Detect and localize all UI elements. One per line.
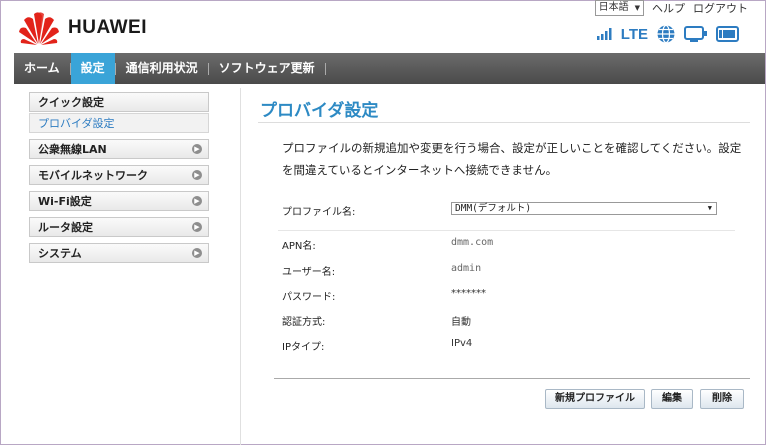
sidebar-item-label: Wi-Fi設定 bbox=[38, 195, 92, 208]
top-utility-bar: 日本語 ▼ ヘルプ ログアウト bbox=[594, 0, 748, 16]
nav-settings[interactable]: 設定 bbox=[70, 53, 115, 84]
title-divider bbox=[258, 122, 750, 123]
auth-method-value: 自動 bbox=[451, 317, 471, 328]
nav-divider bbox=[324, 62, 326, 75]
chevron-right-icon: ▶ bbox=[192, 196, 202, 206]
language-value: 日本語 bbox=[598, 2, 629, 13]
nav-usage[interactable]: 通信利用状況 bbox=[116, 53, 208, 84]
username-value: admin bbox=[451, 263, 482, 274]
chevron-right-icon: ▶ bbox=[192, 248, 202, 258]
password-value: ******* bbox=[451, 288, 486, 299]
huawei-flower-icon bbox=[19, 12, 59, 45]
apn-value: dmm.com bbox=[451, 237, 494, 248]
chevron-right-icon: ▶ bbox=[192, 222, 202, 232]
apn-label: APN名: bbox=[282, 241, 316, 252]
page-description: プロファイルの新規追加や変更を行う場合、設定が正しいことを確認してください。設定… bbox=[282, 141, 742, 177]
profile-select-value: DMM(デフォルト) bbox=[455, 203, 532, 214]
dropdown-arrow-icon: ▼ bbox=[634, 4, 640, 12]
sidebar-item-label: プロバイダ設定 bbox=[38, 117, 115, 130]
action-divider bbox=[274, 378, 750, 379]
logout-link[interactable]: ログアウト bbox=[693, 0, 748, 16]
page-title: プロバイダ設定 bbox=[260, 101, 379, 121]
help-link[interactable]: ヘルプ bbox=[652, 0, 685, 16]
main-nav: ホーム 設定 通信利用状況 ソフトウェア更新 bbox=[14, 53, 765, 84]
sidebar-item-label: モバイルネットワーク bbox=[38, 169, 148, 182]
signal-strength-icon bbox=[596, 28, 612, 40]
huawei-logo: HUAWEI bbox=[18, 10, 147, 46]
nav-home[interactable]: ホーム bbox=[14, 53, 70, 84]
battery-icon bbox=[716, 26, 739, 42]
sidebar-item-label: システム bbox=[38, 247, 82, 260]
sidebar-item-public-wlan[interactable]: 公衆無線LAN ▶ bbox=[29, 139, 209, 159]
ip-type-value: IPv4 bbox=[451, 338, 473, 349]
status-icons: LTE bbox=[596, 24, 740, 44]
sidebar-item-system[interactable]: システム ▶ bbox=[29, 243, 209, 263]
ip-type-label: IPタイプ: bbox=[282, 342, 325, 353]
row-divider bbox=[278, 230, 735, 231]
sidebar-item-label: ルータ設定 bbox=[38, 221, 93, 234]
profile-select[interactable]: DMM(デフォルト) ▼ bbox=[451, 202, 717, 215]
sidebar-item-wifi[interactable]: Wi-Fi設定 ▶ bbox=[29, 191, 209, 211]
network-type-label: LTE bbox=[620, 25, 648, 43]
profile-name-label: プロファイル名: bbox=[282, 207, 356, 218]
sidebar-divider bbox=[240, 88, 241, 445]
sidebar-item-mobile-network[interactable]: モバイルネットワーク ▶ bbox=[29, 165, 209, 185]
language-select[interactable]: 日本語 ▼ bbox=[594, 0, 644, 16]
chevron-right-icon: ▶ bbox=[192, 170, 202, 180]
nav-software-update[interactable]: ソフトウェア更新 bbox=[209, 53, 325, 84]
sidebar-item-router[interactable]: ルータ設定 ▶ bbox=[29, 217, 209, 237]
sidebar-item-provider-settings[interactable]: プロバイダ設定 bbox=[29, 113, 209, 133]
globe-icon bbox=[657, 24, 675, 44]
wifi-device-icon bbox=[684, 26, 707, 42]
edit-button[interactable]: 編集 bbox=[651, 389, 693, 409]
delete-button[interactable]: 削除 bbox=[700, 389, 744, 409]
sidebar-item-label: 公衆無線LAN bbox=[38, 143, 107, 156]
auth-method-label: 認証方式: bbox=[282, 317, 326, 328]
settings-sidebar: クイック設定 プロバイダ設定 公衆無線LAN ▶ モバイルネットワーク ▶ Wi… bbox=[29, 92, 209, 269]
dropdown-arrow-icon: ▼ bbox=[707, 204, 712, 212]
sidebar-item-label: クイック設定 bbox=[38, 96, 104, 109]
sidebar-item-quick-setup[interactable]: クイック設定 bbox=[29, 92, 209, 112]
brand-name: HUAWEI bbox=[68, 17, 147, 38]
username-label: ユーザー名: bbox=[282, 267, 336, 278]
password-label: パスワード: bbox=[282, 292, 336, 303]
new-profile-button[interactable]: 新規プロファイル bbox=[545, 389, 645, 409]
chevron-right-icon: ▶ bbox=[192, 144, 202, 154]
